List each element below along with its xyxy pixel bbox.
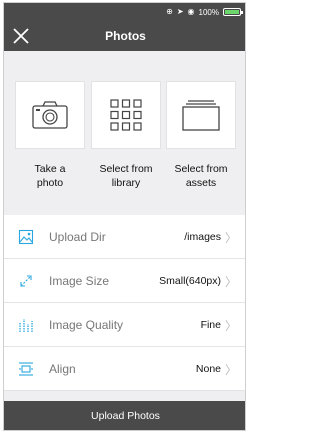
nav-bar: Photos	[4, 21, 245, 51]
battery-percentage: 100%	[198, 7, 219, 17]
take-photo-label: Take a photo	[15, 162, 85, 190]
folder-image-icon	[18, 229, 34, 245]
take-photo-label-line2: photo	[36, 177, 64, 189]
photo-source-options: Take a photo Select from library Select …	[4, 51, 245, 213]
alarm-icon: ◉	[187, 7, 195, 16]
status-bar: ⊕ ➤ ◉ 100%	[4, 3, 245, 21]
image-size-label: Image Size	[49, 274, 110, 288]
upload-dir-value: /images	[184, 231, 221, 243]
battery-icon	[223, 8, 243, 16]
image-quality-row[interactable]: Image Quality Fine 〉	[4, 303, 245, 347]
quality-bars-icon	[19, 319, 33, 332]
select-from-assets-label-line1: Select from	[174, 163, 228, 175]
select-from-library-label-line1: Select from	[99, 163, 153, 175]
sync-icon: ⊕	[166, 7, 173, 16]
image-size-row[interactable]: Image Size Small(640px) 〉	[4, 259, 245, 303]
photos-screen: ⊕ ➤ ◉ 100% Photos Take a photo Select fr…	[3, 2, 246, 431]
select-from-assets-label: Select from assets	[166, 162, 236, 190]
select-from-library-tile[interactable]	[91, 81, 161, 149]
take-photo-tile[interactable]	[15, 81, 85, 149]
upload-photos-button[interactable]: Upload Photos	[4, 401, 245, 430]
select-from-library-label-line2: library	[111, 177, 141, 189]
upload-dir-label: Upload Dir	[49, 230, 106, 244]
chevron-right-icon: 〉	[224, 319, 237, 333]
chevron-right-icon: 〉	[224, 363, 237, 377]
upload-dir-row[interactable]: Upload Dir /images 〉	[4, 215, 245, 259]
select-from-library-button[interactable]: Select from library	[91, 81, 161, 190]
image-size-value: Small(640px)	[159, 275, 221, 287]
resize-icon	[20, 275, 32, 287]
take-photo-button[interactable]: Take a photo	[15, 81, 85, 190]
take-photo-label-line1: Take a	[34, 163, 66, 175]
chevron-right-icon: 〉	[224, 231, 237, 245]
select-from-assets-tile[interactable]	[166, 81, 236, 149]
align-value: None	[195, 363, 221, 375]
select-from-assets-label-line2: assets	[185, 177, 217, 189]
location-icon: ➤	[176, 7, 184, 16]
align-row[interactable]: Align None 〉	[4, 347, 245, 391]
align-icon	[19, 362, 33, 376]
page-title: Photos	[105, 29, 146, 43]
image-quality-label: Image Quality	[49, 318, 124, 332]
settings-list: Upload Dir /images 〉 Image Size Small(64…	[4, 215, 245, 391]
select-from-assets-button[interactable]: Select from assets	[166, 81, 236, 190]
align-label: Align	[49, 362, 76, 376]
select-from-library-label: Select from library	[91, 162, 161, 190]
grid-icon	[110, 99, 142, 131]
camera-icon	[32, 101, 68, 129]
chevron-right-icon: 〉	[224, 275, 237, 289]
image-quality-value: Fine	[200, 319, 221, 331]
stacked-frames-icon	[182, 100, 220, 131]
